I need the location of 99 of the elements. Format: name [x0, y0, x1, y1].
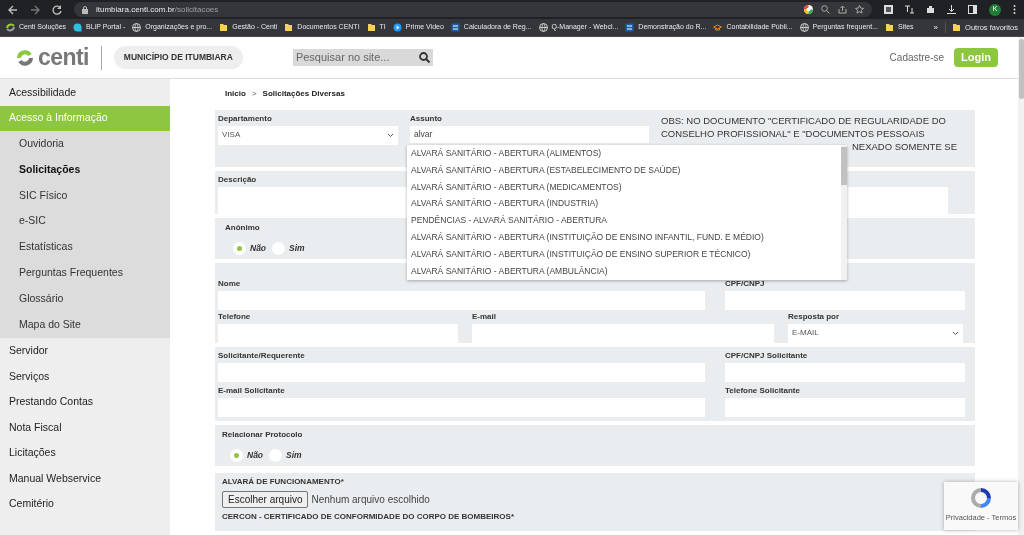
field-label: E-mail Solicitante [218, 384, 285, 397]
folder-icon [952, 23, 962, 32]
choose-file-button[interactable]: Escolher arquivo [222, 491, 309, 509]
radio-label: Sim [289, 242, 305, 256]
side-panel-icon[interactable] [968, 5, 977, 14]
field-label: Telefone Solicitante [725, 384, 800, 397]
bubble-icon [73, 23, 83, 32]
globe-icon [538, 23, 548, 32]
field-label: E-mail [472, 310, 496, 323]
recaptcha-icon [969, 486, 993, 510]
radio-label: Não [247, 449, 264, 463]
sidebar-subitem[interactable]: Perguntas Frequentes [0, 260, 170, 286]
sidebar-item[interactable]: Licitações [0, 440, 170, 466]
lock-icon [82, 5, 88, 14]
dropdown-option[interactable]: ALVARÁ SANITÁRIO - ABERTURA (INDUSTRIA) [407, 195, 841, 213]
breadcrumb-separator: > [251, 88, 257, 101]
field-label: CPF/CNPJ [725, 277, 765, 290]
dropdown-option[interactable]: ALVARÁ SANITÁRIO - ABERTURA (INSTITUIÇÃO DE ENSINO SUPERIOR E TÉCNICO) [407, 245, 841, 263]
obs-text: CONSELHO PROFISSIONAL" E "DOCUMENTOS PESSOAIS [661, 126, 925, 140]
field-label: ALVARÁ DE FUNCIONAMENTO* [222, 476, 344, 489]
tile-icon [625, 23, 635, 32]
forward-icon[interactable] [30, 4, 40, 15]
logo-text: centi [38, 46, 89, 69]
sidebar-item[interactable]: Prestando Contas [0, 389, 170, 415]
globe-icon [132, 23, 142, 32]
field-label: Descrição [218, 174, 257, 187]
sidebar-subitem[interactable]: Mapa do Site [0, 311, 170, 338]
radio-button[interactable] [230, 449, 243, 463]
obs-text: OBS: NO DOCUMENTO "CERTIFICADO DE REGULARIDADE DO [661, 113, 946, 127]
sidebar-item[interactable]: Cemitério [0, 491, 170, 517]
folder-icon [284, 23, 294, 32]
field-label: Relacionar Protocolo [222, 429, 303, 442]
dropdown-option[interactable]: ALVARÁ SANITÁRIO - ABERTURA (INSTITUIÇÃO DE ENSINO INFANTIL, FUND. E MÉDIO) [407, 229, 841, 246]
field-label: Resposta por [788, 310, 840, 323]
sidebar-subitem[interactable]: Ouvidoria [0, 131, 170, 157]
more-bookmarks-button[interactable]: » [933, 21, 939, 34]
field-label: Nome [218, 277, 241, 290]
dropdown-option[interactable]: ALVARÁ SANITÁRIO - ABERTURA (ALIMENTOS) [407, 145, 841, 162]
file-status-text: Nenhum arquivo escolhido [311, 493, 430, 508]
radio-label: Sim [286, 449, 302, 463]
address-bar[interactable]: itumbiara.centi.com.br/solicitacoes [74, 2, 872, 17]
more-icon[interactable] [1013, 5, 1016, 14]
obs-text: NEXADO SOMENTE SE [852, 139, 958, 153]
field-label: Anônimo [225, 222, 260, 235]
subject-field[interactable]: alvar [410, 125, 649, 143]
star-icon[interactable] [855, 5, 864, 14]
municipality-badge: MUNICÍPIO DE ITUMBIARA [113, 46, 243, 69]
breadcrumb-link[interactable]: Inicio [225, 88, 246, 101]
puzzle-icon[interactable] [926, 5, 935, 14]
sidebar-subitem[interactable]: e-SIC [0, 208, 170, 235]
share-icon[interactable] [838, 5, 847, 14]
globe-icon [799, 23, 809, 32]
field-label: Solicitante/Requerente [218, 349, 305, 362]
chevron-down-icon [387, 132, 394, 138]
reload-icon[interactable] [52, 4, 62, 15]
register-link[interactable]: Cadastre-se [889, 50, 945, 65]
translate-icon[interactable] [905, 5, 914, 14]
breadcrumb-current: Solicitações Diversas [262, 88, 345, 101]
sidebar-subitem[interactable]: Glossário [0, 285, 170, 312]
radio-button[interactable] [233, 242, 246, 256]
folder-icon [885, 23, 894, 32]
folder-icon [366, 23, 376, 32]
extension-icon[interactable] [884, 5, 893, 14]
folder-icon [219, 23, 229, 32]
play-icon [392, 23, 402, 32]
graduation-cap-icon [713, 23, 723, 32]
response-select[interactable]: E-MAIL [788, 323, 963, 343]
scrollbar-thumb[interactable] [1018, 39, 1024, 99]
tile-icon [450, 23, 460, 32]
radio-label: Não [250, 242, 267, 256]
dropdown-option[interactable]: ALVARÁ SANITÁRIO - ABERTURA (AMBULÂNCIA) [407, 262, 841, 280]
sidebar-item[interactable]: Manual Webservice [0, 465, 170, 492]
scrollbar-thumb[interactable] [841, 147, 847, 185]
sidebar-item[interactable]: Serviços [0, 363, 170, 390]
dropdown-option[interactable]: PENDÊNCIAS - ALVARÁ SANITÁRIO - ABERTURA [407, 212, 841, 229]
field-label: Departamento [218, 112, 272, 125]
url-text: itumbiara.centi.com.br/solicitacoes [96, 3, 219, 16]
sidebar-item[interactable]: Nota Fiscal [0, 414, 170, 441]
google-icon[interactable] [804, 5, 813, 14]
sidebar-item[interactable]: Servidor [0, 338, 170, 364]
download-icon[interactable] [947, 5, 956, 14]
logo-icon [6, 23, 15, 32]
field-label: CPF/CNPJ Solicitante [725, 349, 808, 362]
field-label: Telefone [218, 310, 251, 323]
chevron-down-icon [952, 330, 959, 336]
sidebar-item[interactable]: Acessibilidade [0, 80, 170, 106]
search-field[interactable]: Pesquisar no site... [292, 49, 433, 66]
sidebar-subitem[interactable]: SIC Físico [0, 182, 170, 209]
department-select[interactable]: VISA [218, 125, 398, 145]
dropdown-option[interactable]: ALVARÁ SANITÁRIO - ABERTURA (ESTABELECIMENTO DE SAÚDE) [407, 161, 841, 179]
search-icon [418, 52, 430, 63]
sidebar-subitem[interactable]: Solicitações [0, 156, 170, 183]
logo-icon [16, 49, 34, 66]
back-icon[interactable] [8, 4, 18, 15]
field-label: CERCON - CERTIFICADO DE CONFORMIDADE DO CORPO DE BOMBEIROS* [222, 511, 514, 524]
field-label: Assunto [410, 112, 442, 125]
sidebar-subitem[interactable]: Estatísticas [0, 234, 170, 260]
zoom-icon[interactable] [821, 5, 830, 14]
dropdown-option[interactable]: ALVARÁ SANITÁRIO - ABERTURA (MEDICAMENTOS) [407, 178, 841, 196]
